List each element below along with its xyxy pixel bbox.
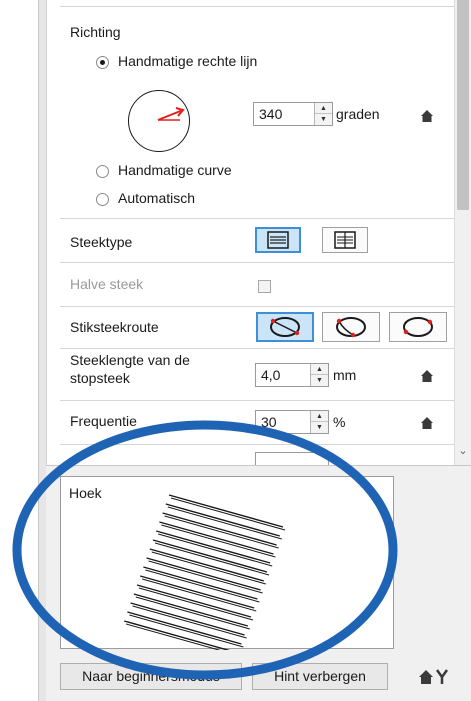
route-option-1-button[interactable] xyxy=(256,312,314,342)
properties-scrollbar[interactable]: ⌄ xyxy=(454,0,471,465)
stitch-line xyxy=(167,506,282,540)
route-label: Stiksteekroute xyxy=(70,319,159,335)
route-option-3-button[interactable] xyxy=(389,312,447,342)
house-icon[interactable] xyxy=(420,369,434,383)
frequency-value: 30 xyxy=(261,414,277,430)
radio-automatic[interactable] xyxy=(96,193,109,206)
stitch-line xyxy=(170,497,286,531)
spin-down-icon[interactable]: ▼ xyxy=(311,375,328,386)
direction-dial[interactable] xyxy=(128,90,190,152)
stitch-line xyxy=(127,611,242,645)
stitch-length-value: 4,0 xyxy=(261,367,281,383)
angle-stepper[interactable]: 340 ▲ ▼ xyxy=(253,102,333,126)
stitch-type-horizontal-button[interactable] xyxy=(255,227,301,253)
stitch-type-label: Steektype xyxy=(70,234,133,250)
spin-down-icon[interactable]: ▼ xyxy=(315,114,332,125)
house-icon[interactable] xyxy=(420,109,434,123)
scroll-down-icon[interactable]: ⌄ xyxy=(458,446,468,457)
hide-hint-button[interactable]: Hint verbergen xyxy=(252,663,388,690)
spin-up-icon[interactable]: ▲ xyxy=(315,103,332,114)
hint-preview: Hoek xyxy=(60,476,394,650)
house-icon[interactable] xyxy=(420,416,434,430)
half-stitch-checkbox[interactable] xyxy=(258,280,271,293)
spin-up-icon[interactable]: ▲ xyxy=(311,364,328,375)
stitch-length-label-line2: stopsteek xyxy=(70,370,130,386)
stitch-length-stepper[interactable]: 4,0 ▲ ▼ xyxy=(255,363,329,387)
route-option-2-button[interactable] xyxy=(322,312,380,342)
frequency-stepper[interactable]: 30 ▲ ▼ xyxy=(255,410,329,434)
panel-splitter[interactable] xyxy=(38,0,46,701)
radio-manual-straight[interactable] xyxy=(96,56,109,69)
angle-unit: graden xyxy=(336,106,380,122)
tie-lines-icon xyxy=(334,231,356,249)
stitch-angle-preview xyxy=(124,494,286,650)
dial-arrow-icon xyxy=(157,107,185,121)
radio-manual-curve[interactable] xyxy=(96,165,109,178)
radio-manual-straight-label: Handmatige rechte lijn xyxy=(118,53,258,69)
route-icon xyxy=(403,317,433,337)
horizontal-lines-icon xyxy=(267,231,289,249)
stitch-line xyxy=(124,620,231,650)
beginner-mode-button[interactable]: Naar beginnersmodus xyxy=(60,663,242,690)
stitch-type-tie-button[interactable] xyxy=(322,227,368,253)
next-stepper-partial[interactable] xyxy=(255,452,329,466)
spin-down-icon[interactable]: ▼ xyxy=(311,422,328,433)
frequency-label: Frequentie xyxy=(70,413,137,429)
direction-label: Richting xyxy=(70,24,121,40)
radio-automatic-label: Automatisch xyxy=(118,190,196,206)
stitch-length-unit: mm xyxy=(333,367,357,383)
stitch-length-label-line1: Steeklengte van de xyxy=(70,352,190,368)
radio-manual-curve-label: Handmatige curve xyxy=(118,162,232,178)
scroll-thumb[interactable] xyxy=(457,0,469,210)
route-icon xyxy=(270,317,300,337)
angle-value: 340 xyxy=(259,106,283,122)
frequency-unit: % xyxy=(333,414,346,430)
spin-up-icon[interactable]: ▲ xyxy=(311,411,328,422)
left-strip xyxy=(0,0,46,701)
route-icon xyxy=(336,317,366,338)
half-stitch-label: Halve steek xyxy=(70,276,144,292)
settings-icon[interactable] xyxy=(418,668,454,686)
